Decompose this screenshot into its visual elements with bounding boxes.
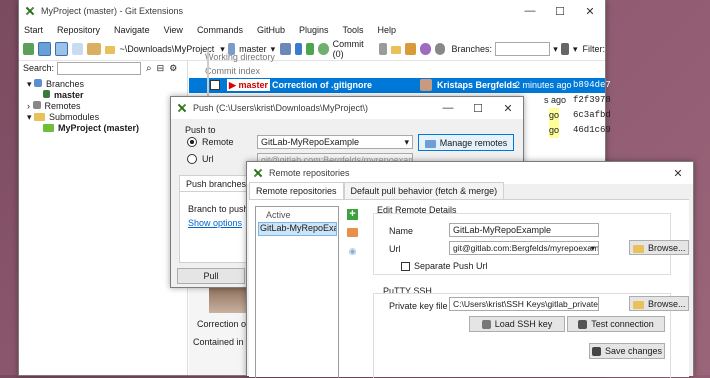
private-key-label: Private key file: [389, 301, 448, 311]
tree-branches[interactable]: ▾ Branches: [27, 79, 187, 90]
separate-push-url-checkbox[interactable]: Separate Push Url: [401, 261, 488, 271]
name-input[interactable]: GitLab-MyRepoExample: [449, 223, 599, 237]
add-remote-button[interactable]: +: [347, 209, 358, 220]
remote-close-icon[interactable]: ✕: [663, 162, 693, 184]
remote-select[interactable]: GitLab-MyRepoExample ▾: [257, 135, 413, 149]
commit-date: 2 minutes ago: [515, 80, 572, 90]
load-ssh-key-button[interactable]: Load SSH key: [469, 316, 565, 332]
edit-remote-button[interactable]: [347, 228, 358, 237]
save-changes-button[interactable]: Save changes: [589, 343, 665, 359]
push-logo-icon: [177, 103, 187, 113]
tree-submodule-item[interactable]: MyProject (master): [27, 123, 187, 134]
view-remote-button[interactable]: ◉: [347, 246, 358, 257]
remote-repositories-window: Remote repositories ✕ Remote repositorie…: [246, 161, 694, 378]
branch-to-push-label: Branch to push: [188, 204, 249, 214]
author-avatar: [420, 79, 432, 91]
menu-navigate[interactable]: Navigate: [114, 25, 150, 35]
commit-author: Kristaps Bergfelds: [437, 80, 518, 90]
options-icon[interactable]: ⚙: [169, 63, 177, 74]
remotes-icon: [32, 101, 41, 109]
minimize-icon[interactable]: —: [515, 0, 545, 22]
layout-1-icon[interactable]: [37, 42, 51, 56]
submodules-icon: [34, 113, 46, 121]
push-to-label: Push to: [185, 125, 216, 135]
search-icon[interactable]: ⌕: [146, 63, 152, 74]
menu-commands[interactable]: Commands: [197, 25, 243, 35]
tab-default-pull-behavior[interactable]: Default pull behavior (fetch & merge): [343, 182, 505, 199]
menu-repository[interactable]: Repository: [57, 25, 100, 35]
radio-url[interactable]: Url: [187, 154, 214, 164]
close-icon[interactable]: ✕: [575, 0, 605, 22]
search-label: Search:: [23, 63, 55, 73]
row-working-directory[interactable]: Working directory: [189, 50, 605, 64]
test-connection-button[interactable]: Test connection: [567, 316, 665, 332]
show-options-link[interactable]: Show options: [188, 218, 242, 228]
manage-remotes-button[interactable]: Manage remotes: [418, 134, 514, 151]
tree-submodules[interactable]: ▾ Submodules: [27, 112, 187, 123]
push-maximize-icon[interactable]: ☐: [463, 97, 493, 119]
menu-start[interactable]: Start: [24, 25, 43, 35]
tab-push-branches[interactable]: Push branches: [179, 175, 254, 192]
remote-tabs: Remote repositories Default pull behavio…: [249, 182, 505, 199]
menu-view[interactable]: View: [164, 25, 183, 35]
push-tabs: Push branches: [179, 175, 254, 192]
menu-help[interactable]: Help: [378, 25, 397, 35]
commit-message: Correction of .gitignore: [272, 80, 372, 90]
menu-tools[interactable]: Tools: [343, 25, 364, 35]
collapse-icon[interactable]: ⊟: [157, 63, 165, 74]
push-minimize-icon[interactable]: —: [433, 97, 463, 119]
save-icon: [591, 346, 601, 356]
manage-remotes-icon: [424, 139, 436, 148]
layout-2-icon[interactable]: [54, 42, 68, 56]
git-extensions-logo-icon: [25, 6, 35, 16]
row-selected-commit[interactable]: ▶ master Correction of .gitignore Krista…: [189, 78, 611, 93]
name-label: Name: [389, 226, 414, 236]
branches-icon: [34, 79, 43, 87]
window-controls: — ☐ ✕: [515, 0, 605, 22]
browse-key-button[interactable]: Browse...: [629, 296, 689, 311]
browse-url-button[interactable]: Browse...: [629, 240, 689, 255]
remote-window-title: Remote repositories: [269, 168, 350, 178]
tree-remotes[interactable]: › Remotes: [27, 101, 187, 112]
search-input[interactable]: [57, 61, 142, 75]
commit-hash: b894de7: [573, 80, 611, 90]
remote-tab-body: Active GitLab-MyRepoExa... + ◉ Edit Remo…: [249, 199, 689, 378]
maximize-icon[interactable]: ☐: [545, 0, 575, 22]
terminal-icon: [578, 319, 588, 329]
push-close-icon[interactable]: ✕: [493, 97, 523, 119]
url-label: Url: [389, 244, 401, 254]
main-window-title: MyProject (master) - Git Extensions: [41, 6, 184, 16]
tree-master[interactable]: master: [27, 90, 187, 101]
push-window-title: Push (C:\Users\krist\Downloads\MyProject…: [193, 103, 369, 113]
browse-folder-icon: [633, 244, 644, 253]
menu-plugins[interactable]: Plugins: [299, 25, 329, 35]
key-icon: [481, 319, 491, 329]
branch-node-icon: [43, 90, 50, 98]
tab-remote-repositories[interactable]: Remote repositories: [249, 182, 344, 199]
branch-tag: ▶ master: [227, 79, 270, 91]
pull-button[interactable]: Pull: [177, 268, 245, 284]
menu-github[interactable]: GitHub: [257, 25, 285, 35]
radio-remote[interactable]: Remote: [187, 137, 234, 147]
remote-url-input[interactable]: git@gitlab.com:Bergfelds/myrepoexample ▾: [449, 241, 599, 255]
folder-icon[interactable]: [105, 46, 116, 54]
layout-3-icon[interactable]: [71, 43, 83, 55]
remote-list-header: Active: [266, 210, 291, 220]
remote-window-controls: ✕: [663, 162, 693, 184]
push-window-controls: — ☐ ✕: [433, 97, 523, 119]
row-commit-index[interactable]: Commit index: [189, 64, 605, 78]
remote-logo-icon: [253, 168, 263, 178]
menu-bar: Start Repository Navigate View Commands …: [19, 22, 605, 38]
left-pane: Search: ⌕ ⊟ ⚙ ▾ Branches master › Remote…: [19, 60, 188, 375]
remote-titlebar: Remote repositories: [247, 162, 693, 184]
submodule-folder-icon: [43, 124, 54, 132]
remote-list: Active GitLab-MyRepoExa...: [255, 206, 339, 378]
browse-key-folder-icon: [633, 300, 644, 309]
private-key-input[interactable]: C:\Users\krist\SSH Keys\gitlab_private.p…: [449, 297, 599, 311]
stash-icon[interactable]: [86, 43, 102, 55]
refresh-icon[interactable]: [23, 43, 34, 55]
remote-list-item[interactable]: GitLab-MyRepoExa...: [258, 222, 337, 236]
